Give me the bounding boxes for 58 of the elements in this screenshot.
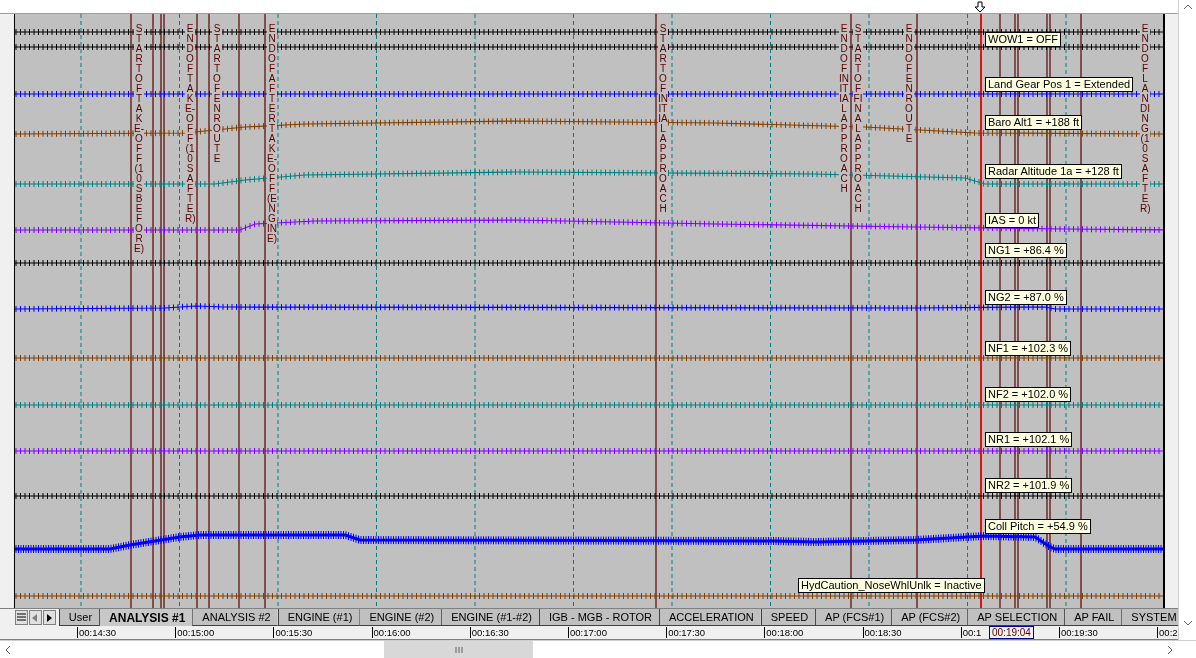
time-tick-label: 00:19:30 <box>1058 627 1098 638</box>
sheet-tab[interactable]: AP (FCS#1) <box>815 609 892 626</box>
sheet-tab[interactable]: AP FAIL <box>1064 609 1122 626</box>
value-tooltip: NF2 = +102.0 % <box>985 387 1072 402</box>
value-tooltip: HydCaution_NoseWhlUnlk = Inactive <box>798 578 985 593</box>
sheet-tab[interactable]: ANALYSIS #2 <box>192 609 278 626</box>
value-tooltip: Land Gear Pos 1 = Extended <box>985 77 1134 92</box>
value-tooltip: NR2 = +101.9 % <box>985 478 1073 493</box>
value-tooltip: Baro Alt1 = +188 ft <box>985 115 1083 130</box>
cursor-marker-icon[interactable] <box>974 1 986 13</box>
triangle-right-icon[interactable] <box>46 613 53 622</box>
scroll-left-icon[interactable] <box>5 644 11 655</box>
triangle-left-icon[interactable] <box>32 613 39 622</box>
cursor-time-label: 00:19:04 <box>989 626 1034 639</box>
time-tick-label: 00:17:30 <box>666 627 706 638</box>
scroll-up-icon[interactable] <box>1182 4 1193 10</box>
sheet-tab[interactable]: ENGINE (#1) <box>277 609 360 626</box>
sheet-tab[interactable]: AP SELECTION <box>967 609 1065 626</box>
sheet-tab[interactable]: ENGINE (#1-#2) <box>441 609 539 626</box>
value-tooltip: NR1 = +102.1 % <box>985 432 1073 447</box>
event-label: START OF INITIAL APPROACH <box>658 24 668 214</box>
scroll-thumb[interactable] <box>384 641 533 658</box>
value-tooltip: NG2 = +87.0 % <box>985 290 1067 305</box>
sheet-tab[interactable]: IGB - MGB - ROTOR <box>538 609 659 626</box>
event-label: END OF AFTER TAKE-OFF (ENGINE) <box>267 24 277 244</box>
event-label: END OF EN ROUTE <box>904 24 914 144</box>
sheet-tab[interactable]: User <box>58 609 100 626</box>
time-tick-label: 00:1 <box>960 627 982 638</box>
value-tooltip: IAS = 0 kt <box>985 213 1039 228</box>
time-tick-label: 00:16:00 <box>371 627 411 638</box>
time-tick-label: 00:2 <box>1157 627 1178 638</box>
event-label: START OF FINAL APPROACH <box>853 24 863 214</box>
sheet-tab[interactable]: ANALYSIS #1 <box>99 609 193 626</box>
sheet-tab[interactable]: ACCELERATION <box>659 609 761 626</box>
value-tooltip: NG1 = +86.4 % <box>985 243 1067 258</box>
value-tooltip: Coll Pitch = +54.9 % <box>985 519 1091 534</box>
sheet-tab[interactable]: SYSTEM <box>1121 609 1178 626</box>
scroll-right-icon[interactable] <box>1167 644 1173 655</box>
time-tick-label: 00:16:30 <box>469 627 509 638</box>
time-tick-label: 00:17:00 <box>567 627 607 638</box>
sheet-tab[interactable]: AP (FCS#2) <box>891 609 968 626</box>
event-label: START OF ENROUTE <box>212 24 222 164</box>
time-tick-label: 00:15:00 <box>175 627 215 638</box>
value-tooltip: NF1 = +102.3 % <box>985 341 1072 356</box>
next-button[interactable] <box>42 610 56 625</box>
event-label: END OF TAKE-OFF (10S AFTER) <box>185 24 195 224</box>
event-label: END OF LANDING (10S AFTER) <box>1140 24 1150 214</box>
scroll-down-icon[interactable] <box>1182 620 1193 626</box>
event-label: END OF INITIAL APPROACH <box>839 24 849 194</box>
time-tick-label: 00:18:00 <box>764 627 804 638</box>
time-tick-label: 00:15:30 <box>273 627 313 638</box>
value-tooltip: WOW1 = OFF <box>985 32 1061 47</box>
value-tooltip: Radar Altitude 1a = +128 ft <box>985 164 1122 179</box>
sheet-tab[interactable]: SPEED <box>760 609 816 626</box>
sheet-tab[interactable]: ENGINE (#2) <box>359 609 442 626</box>
time-tick-label: 00:14:30 <box>77 627 116 638</box>
time-tick-label: 00:18:30 <box>862 627 902 638</box>
event-label: START OF TAKE-OFF (10S BEFORE) <box>134 24 144 254</box>
